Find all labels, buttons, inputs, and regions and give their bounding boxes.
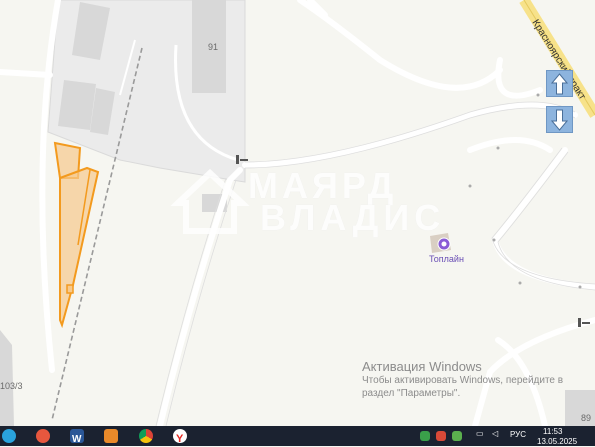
tray-app-icon[interactable] (420, 431, 430, 441)
clock-time[interactable]: 11:53 (543, 427, 562, 436)
activation-line1: Чтобы активировать Windows, перейдите в (362, 375, 564, 386)
network-icon[interactable]: ▭ (476, 429, 484, 438)
language-indicator[interactable]: РУС (510, 430, 526, 439)
building-103-label: 103/3 (0, 381, 23, 391)
word-icon[interactable]: W (70, 429, 84, 445)
arrow-up-icon (551, 72, 568, 94)
building-91-label: 91 (208, 42, 218, 52)
volume-icon[interactable]: ◁ (492, 429, 498, 438)
activation-title: Активация Windows (362, 359, 482, 374)
watermark-line2: ВЛАДИС (260, 197, 446, 238)
taskbar: W Y ▭ ◁ РУС 11:53 13.05.2025 (0, 426, 595, 446)
yandex-icon[interactable]: Y (173, 429, 187, 445)
poi-label[interactable]: Топлайн (429, 254, 464, 264)
windows-activation-notice: Активация Windows Чтобы активировать Win… (362, 359, 563, 400)
tray-app-icon[interactable] (452, 431, 462, 441)
activation-line2: раздел "Параметры". (362, 388, 461, 399)
watermark: МАЯРД ВЛАДИС (170, 165, 440, 240)
house-logo-icon (170, 168, 250, 234)
building-89-label: 89 (581, 413, 591, 423)
scroll-down-button[interactable] (546, 106, 573, 133)
app-icon[interactable] (104, 429, 118, 443)
browser-icon[interactable] (36, 429, 50, 443)
map-canvas[interactable]: 91 103/3 89 Красноярский тракт Топлайн М… (0, 0, 595, 426)
clock-date[interactable]: 13.05.2025 (537, 437, 577, 446)
arrow-down-icon (551, 109, 568, 131)
chrome-icon[interactable] (139, 429, 153, 443)
tray-app-icon[interactable] (436, 431, 446, 441)
telegram-icon[interactable] (2, 429, 16, 443)
scroll-up-button[interactable] (546, 70, 573, 97)
building (58, 80, 96, 130)
